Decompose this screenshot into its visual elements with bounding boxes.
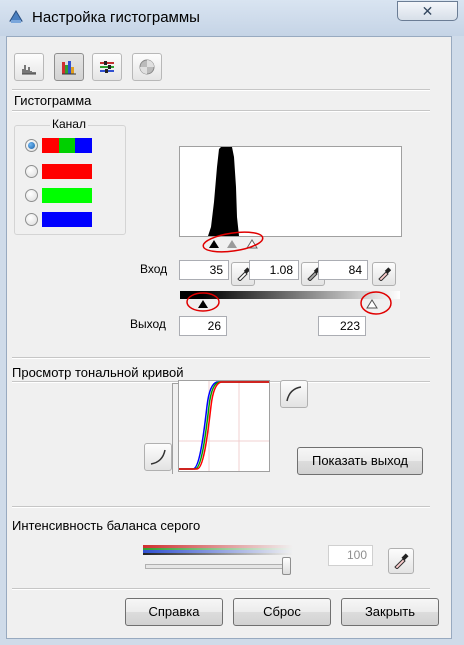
curve-highlight-button[interactable]: [280, 380, 308, 408]
gray-balance-eyedropper-button[interactable]: [388, 548, 414, 574]
eyedropper-icon: [394, 553, 409, 569]
channel-radio-red[interactable]: [25, 165, 38, 178]
histogram-tool-button[interactable]: [14, 53, 44, 81]
curve-shadow-button[interactable]: [144, 443, 172, 471]
output-white-point[interactable]: [366, 299, 378, 309]
channel-radio-rgb[interactable]: [25, 139, 38, 152]
gray-balance-track[interactable]: [145, 564, 291, 569]
histogram-section-title: Гистограмма: [14, 93, 92, 108]
eyedropper-icon: [378, 267, 391, 281]
output-white-field[interactable]: 223: [318, 316, 366, 336]
output-black-point[interactable]: [198, 300, 208, 308]
saturation-button[interactable]: [132, 53, 162, 81]
input-black-field[interactable]: 35: [179, 260, 229, 280]
histogram-color-icon: [62, 61, 76, 75]
close-button[interactable]: Закрыть: [341, 598, 439, 626]
curve-up-icon: [286, 386, 302, 402]
separator: [12, 588, 430, 590]
input-gamma-field[interactable]: 1.08: [249, 260, 299, 280]
histogram-plot: [179, 146, 402, 237]
input-white-field[interactable]: 84: [318, 260, 368, 280]
reset-button[interactable]: Сброс: [233, 598, 331, 626]
gray-balance-slider-thumb[interactable]: [282, 557, 291, 575]
close-icon: ✕: [421, 3, 434, 19]
curve-down-icon: [150, 449, 166, 465]
channel-radio-blue[interactable]: [25, 213, 38, 226]
separator: [12, 89, 430, 91]
blue-swatch: [42, 212, 92, 227]
histogram-icon: [22, 65, 36, 75]
saturation-icon: [139, 59, 155, 75]
green-swatch: [42, 188, 92, 203]
output-label: Выход: [130, 317, 166, 331]
app-icon: [8, 9, 24, 25]
channel-label: Канал: [50, 117, 88, 131]
help-button[interactable]: Справка: [125, 598, 223, 626]
channel-radio-green[interactable]: [25, 189, 38, 202]
annotation-circle: [360, 291, 392, 315]
tone-adjust-icon: [100, 61, 114, 73]
output-slider[interactable]: [180, 286, 400, 320]
separator: [12, 357, 430, 359]
separator: [12, 506, 430, 508]
eyedropper-icon: [237, 267, 250, 281]
gray-balance-value-field[interactable]: 100: [328, 545, 373, 566]
window-title: Настройка гистограммы: [32, 9, 200, 26]
gray-balance-gradient: [143, 545, 293, 555]
input-slider[interactable]: [190, 230, 265, 254]
gray-balance-title: Интенсивность баланса серого: [12, 518, 201, 533]
tone-correction-button[interactable]: [92, 53, 122, 81]
tone-curve-title: Просмотр тональной кривой: [12, 365, 184, 380]
rgb-swatch: [42, 138, 92, 153]
input-label: Вход: [140, 262, 168, 276]
output-black-field[interactable]: 26: [179, 316, 227, 336]
red-swatch: [42, 164, 92, 179]
white-eyedropper-button[interactable]: [372, 262, 396, 286]
input-gamma-point[interactable]: [227, 240, 237, 248]
tone-curve-plot: [178, 380, 270, 472]
close-window-button[interactable]: ✕: [397, 1, 458, 21]
histogram-adjust-button[interactable]: [54, 53, 84, 81]
show-output-button[interactable]: Показать выход: [297, 447, 423, 475]
input-black-point[interactable]: [209, 240, 219, 248]
separator: [12, 110, 430, 112]
